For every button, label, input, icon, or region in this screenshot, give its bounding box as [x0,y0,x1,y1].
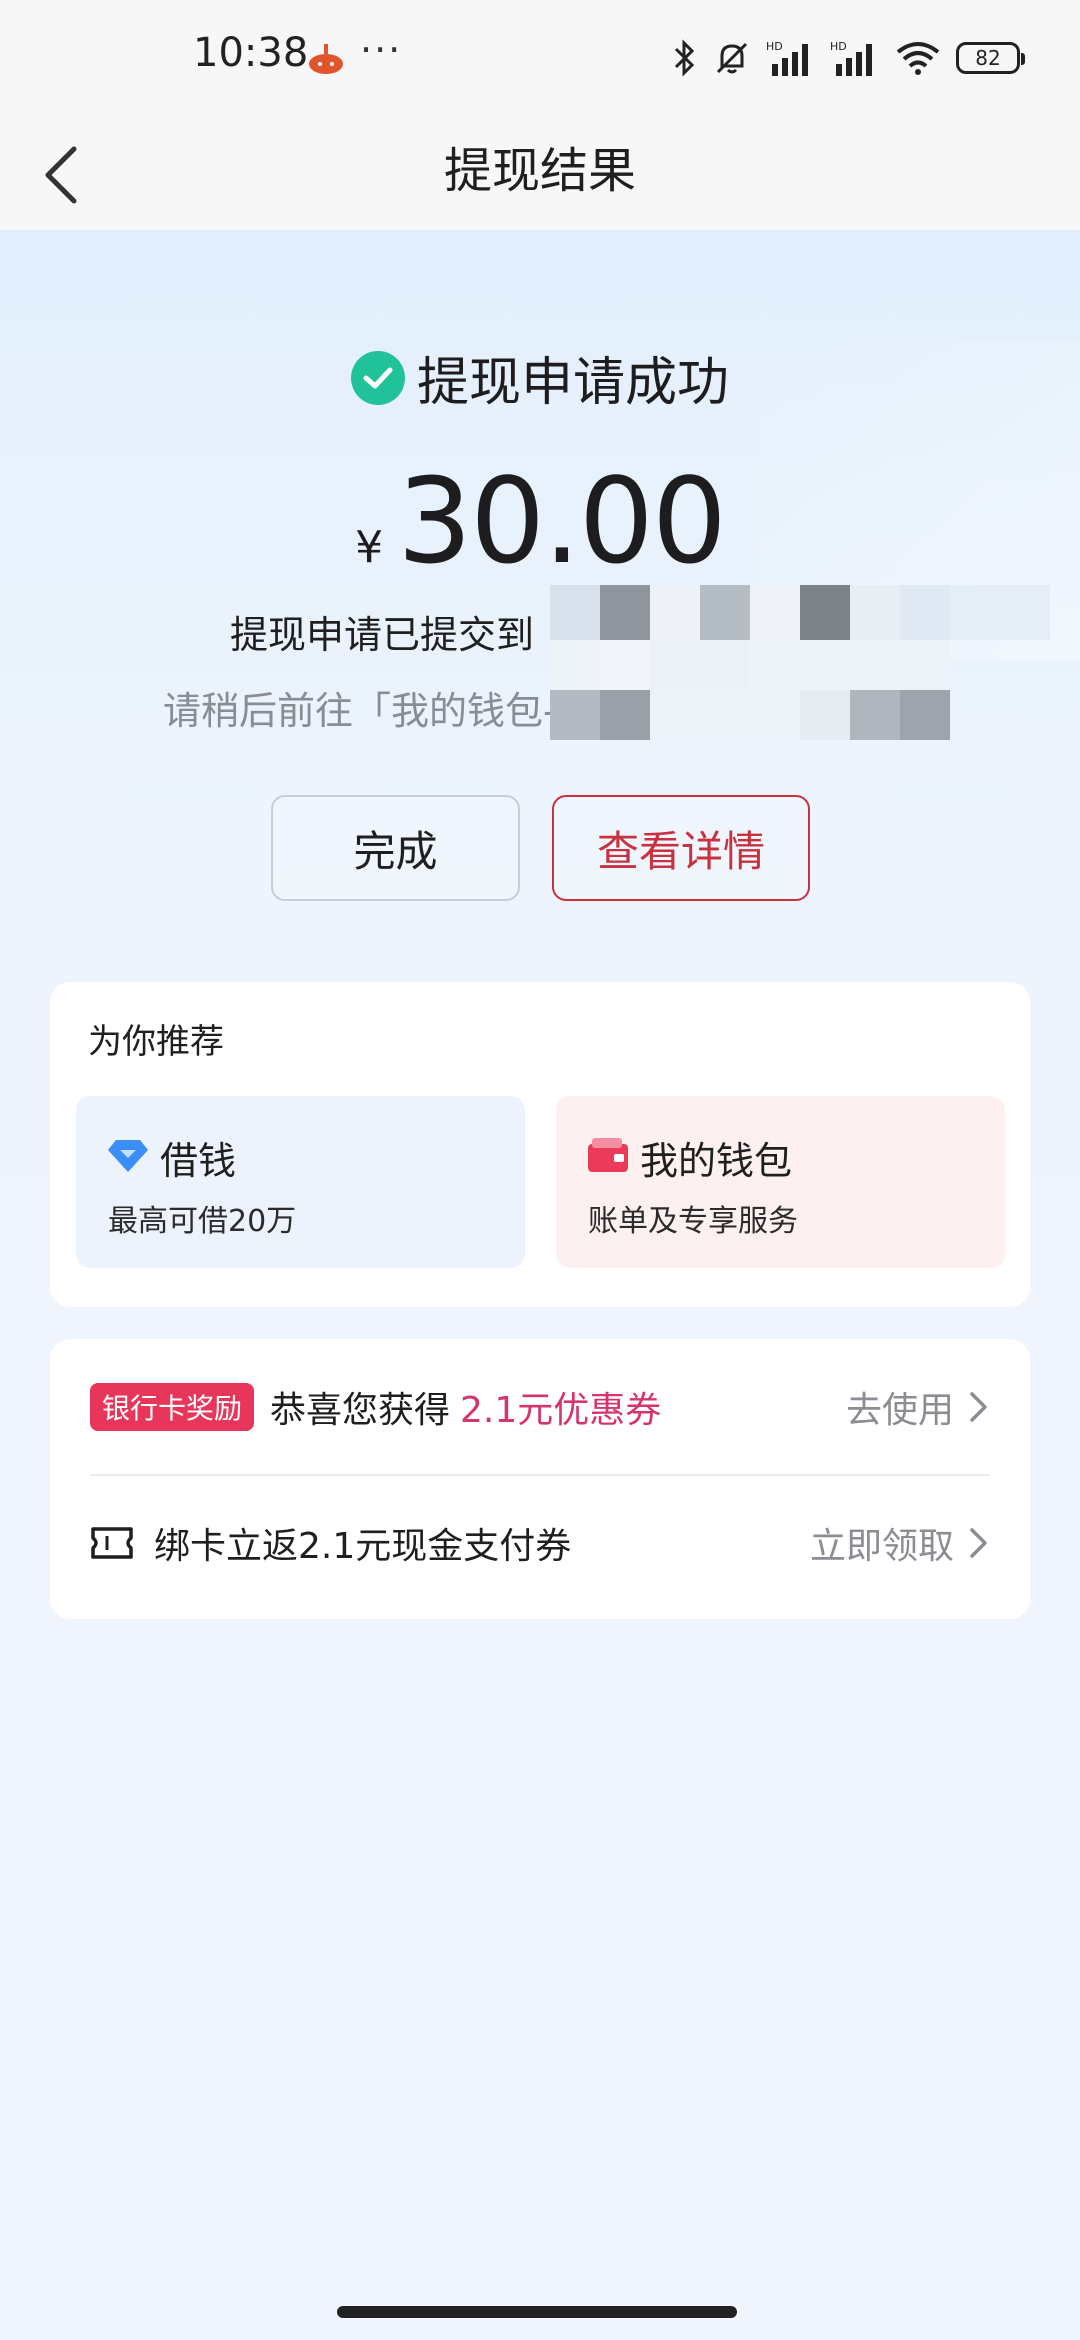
mute-bell-icon [716,42,748,74]
recommend-card: 为你推荐 借钱 最高可借20万 我的钱包 账单及专享服务 [50,982,1030,1307]
recommend-item-subtitle: 最高可借20万 [108,1204,297,1239]
recommend-item-borrow[interactable]: 借钱 最高可借20万 [76,1096,525,1268]
app-notification-icon [309,44,343,74]
diamond-icon [108,1140,148,1172]
divider [90,1474,990,1476]
wallet-icon [588,1138,628,1172]
submitted-text: 提现申请已提交到 [230,613,535,657]
chevron-right-icon [970,1392,987,1422]
signal-hd-icon-1: HD [766,40,808,76]
chevron-right-icon [970,1528,987,1558]
recommend-title: 为你推荐 [88,1022,224,1062]
coupon-amount: 2.1元优惠券 [460,1390,662,1431]
battery-icon: 82 [956,42,1025,74]
claim-label: 立即领取 [809,1526,954,1567]
ticket-icon [91,1527,133,1559]
svg-text:HD: HD [830,40,847,53]
nav-bar: 提现结果 [0,115,1080,230]
wifi-icon [896,42,940,75]
recommend-item-title: 借钱 [160,1139,237,1183]
rewards-card: 银行卡奖励 恭喜您获得 2.1元优惠券 去使用 绑卡立返2.1元现金支付券 立即… [50,1339,1030,1619]
status-bar: 10:38 ··· HD HD 82 [0,0,1080,115]
status-icons: HD HD 82 [672,36,1025,80]
home-indicator[interactable] [337,2306,737,2318]
amount-display: ¥ 30.00 [0,452,1080,590]
bank-card-reward-badge: 银行卡奖励 [90,1383,255,1431]
recommend-item-subtitle: 账单及专享服务 [588,1204,798,1239]
use-coupon-label: 去使用 [845,1390,954,1431]
use-coupon-link[interactable]: 去使用 [846,1381,990,1433]
coupon-row[interactable]: 银行卡奖励 恭喜您获得 2.1元优惠券 去使用 [90,1357,990,1457]
currency-symbol: ¥ [355,522,384,573]
signal-hd-icon-2: HD [830,40,872,76]
check-circle-icon [350,350,405,405]
coupon-text: 恭喜您获得 [270,1390,451,1431]
view-details-button[interactable]: 查看详情 [552,795,810,901]
svg-text:HD: HD [766,40,783,53]
status-time: 10:38 [193,30,309,76]
recommend-item-title: 我的钱包 [640,1139,793,1183]
success-text: 提现申请成功 [416,353,729,413]
bluetooth-icon [674,39,695,77]
bind-card-text: 绑卡立返2.1元现金支付券 [154,1526,572,1567]
privacy-mosaic [550,585,1050,745]
bind-card-row[interactable]: 绑卡立返2.1元现金支付券 立即领取 [90,1493,990,1593]
success-status: 提现申请成功 [0,340,1080,415]
done-button[interactable]: 完成 [271,795,520,901]
page-title: 提现结果 [443,143,636,199]
hint-text: 请稍后前往「我的钱包- [163,689,557,733]
claim-link[interactable]: 立即领取 [810,1517,990,1569]
status-more-icon: ··· [360,28,403,72]
recommend-item-wallet[interactable]: 我的钱包 账单及专享服务 [556,1096,1005,1268]
withdraw-amount: 30.00 [397,452,727,590]
